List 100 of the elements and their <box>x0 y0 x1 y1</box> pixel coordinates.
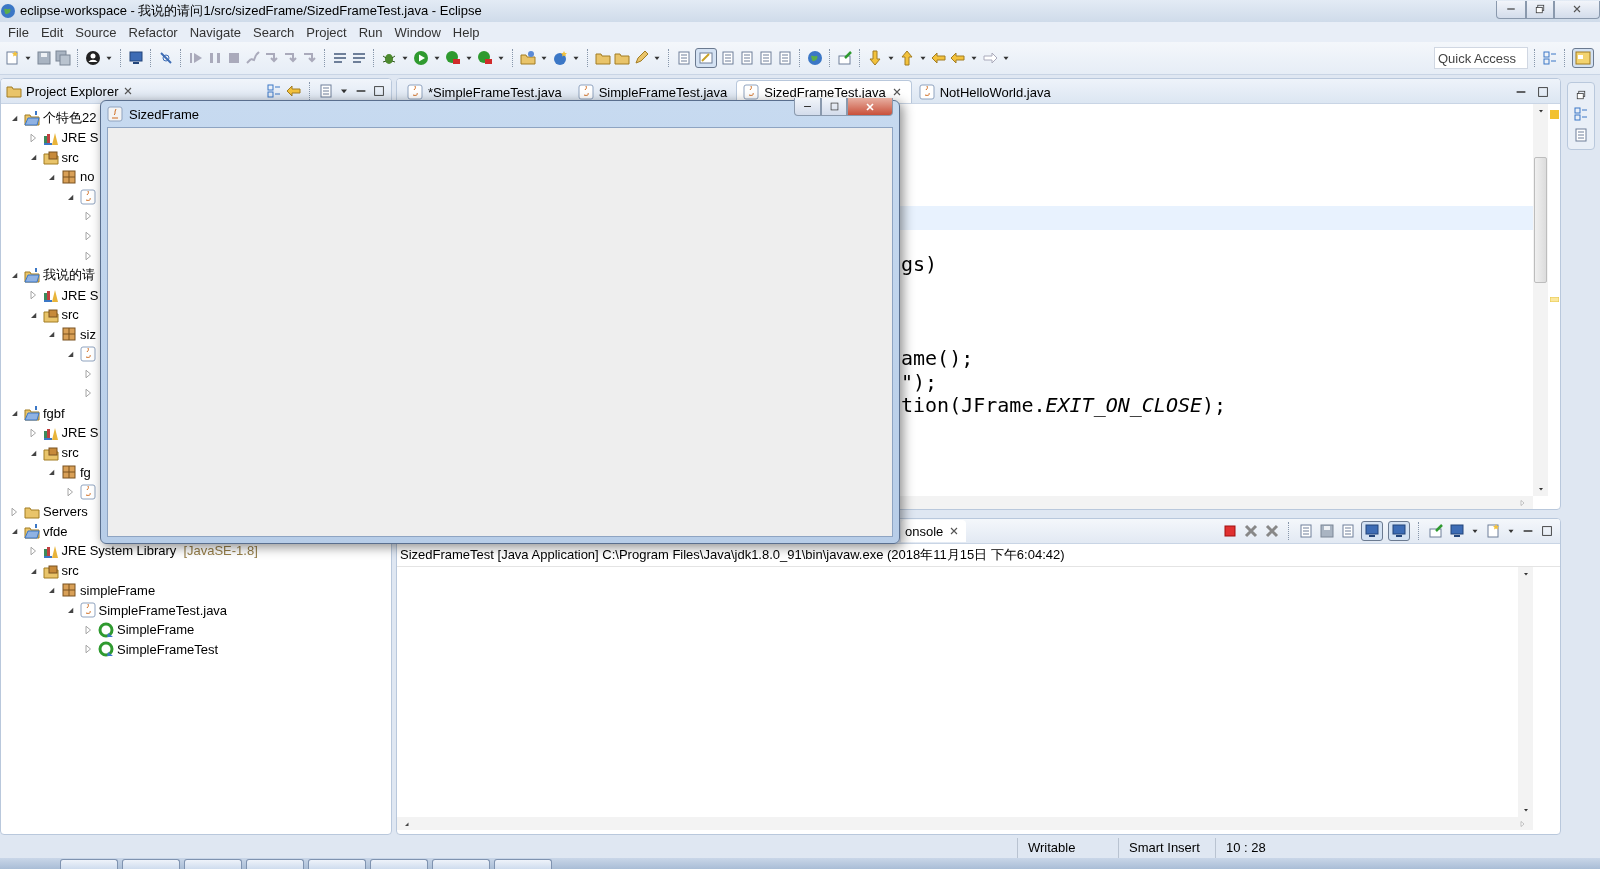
document-icon[interactable] <box>739 50 755 66</box>
console-tab[interactable]: onsole <box>901 520 967 542</box>
tree-item[interactable]: SimpleFrameTest.java <box>98 602 228 618</box>
whitespace-icon[interactable] <box>777 50 793 66</box>
show-output-button[interactable] <box>1361 521 1383 541</box>
java-file-icon <box>79 483 96 500</box>
use-step-filters-icon[interactable] <box>351 50 367 66</box>
coverage-icon[interactable] <box>445 50 461 66</box>
pin-icon[interactable] <box>837 50 853 66</box>
horizontal-scrollbar[interactable] <box>397 817 1533 830</box>
open-perspective-icon[interactable] <box>1542 50 1558 66</box>
minimize-button[interactable] <box>1496 0 1526 19</box>
pause-icon[interactable] <box>207 50 223 66</box>
pin-icon[interactable] <box>1428 523 1444 539</box>
lines-icon[interactable] <box>332 50 348 66</box>
resume-icon[interactable] <box>188 50 204 66</box>
tree-item[interactable]: no <box>80 169 95 185</box>
scroll-lock-icon[interactable] <box>1319 523 1335 539</box>
menu-item[interactable]: Edit <box>34 24 70 40</box>
display-console-icon[interactable] <box>1449 523 1465 539</box>
remove-all-icon[interactable] <box>1264 523 1280 539</box>
task-list-icon[interactable] <box>1573 127 1589 143</box>
vertical-scrollbar[interactable] <box>1533 104 1548 496</box>
external-tools-icon[interactable] <box>477 50 493 66</box>
taskbar-button[interactable] <box>246 859 304 869</box>
menu-item[interactable]: Source <box>69 24 123 40</box>
tree-item[interactable]: JRE S <box>61 287 99 303</box>
maximize-icon[interactable] <box>372 84 386 98</box>
tree-item[interactable]: JRE S <box>61 130 99 146</box>
restore-button[interactable] <box>1526 0 1554 19</box>
tree-item[interactable]: fgbf <box>43 405 65 421</box>
tree-item[interactable]: 我说的请 <box>43 266 95 285</box>
tree-item[interactable]: SimpleFrameTest <box>117 641 219 657</box>
disconnect-icon[interactable] <box>245 50 261 66</box>
tree-item[interactable]: src <box>61 149 79 165</box>
taskbar-button[interactable] <box>494 859 552 869</box>
open-type-icon[interactable] <box>595 50 611 66</box>
menu-item[interactable]: Window <box>388 24 447 40</box>
tree-item[interactable]: SimpleFrame <box>117 622 195 638</box>
block-selection-icon[interactable] <box>758 50 774 66</box>
new-class-icon[interactable] <box>552 50 568 66</box>
show-error-button[interactable] <box>1388 521 1410 541</box>
monitor-icon[interactable] <box>128 50 144 66</box>
tree-item[interactable]: src <box>61 445 79 461</box>
clear-console-icon[interactable] <box>1298 523 1314 539</box>
vertical-scrollbar[interactable] <box>1518 567 1533 817</box>
tree-item[interactable]: src <box>61 307 79 323</box>
toggle-button[interactable] <box>695 48 717 68</box>
editor-tab[interactable]: *SimpleFrameTest.java <box>400 80 571 103</box>
skip-breakpoints-icon[interactable] <box>158 50 174 66</box>
menu-item[interactable]: Help <box>446 24 486 40</box>
tree-item[interactable]: vfde <box>43 523 68 539</box>
link-editor-icon[interactable] <box>286 83 302 99</box>
tree-item[interactable]: 个特色22 <box>43 108 97 127</box>
close-button[interactable] <box>847 98 893 116</box>
quick-access-field[interactable]: Quick Access <box>1434 47 1528 69</box>
menu-item[interactable]: Run <box>352 24 389 40</box>
editor-tab[interactable]: NotHelloWorld.java <box>911 80 1060 103</box>
restore-icon[interactable] <box>1575 89 1587 101</box>
tree-item[interactable]: fg <box>80 464 91 480</box>
menu-item[interactable]: File <box>2 24 35 40</box>
folder-icon[interactable] <box>614 50 630 66</box>
maximize-button[interactable] <box>821 98 847 116</box>
stop-icon[interactable] <box>1222 523 1238 539</box>
taskbar-button[interactable] <box>60 859 118 869</box>
tree-item[interactable]: JRE System Library <box>61 543 177 559</box>
minimize-button[interactable] <box>794 98 821 116</box>
tree-item[interactable]: siz <box>80 326 96 342</box>
tree-item[interactable]: src <box>61 563 79 579</box>
run-icon[interactable] <box>413 50 429 66</box>
scroll-up-icon <box>1521 570 1530 578</box>
panel-title[interactable]: Project Explorer <box>26 83 119 99</box>
profile-icon[interactable] <box>85 50 101 66</box>
maximize-icon[interactable] <box>1540 524 1554 538</box>
close-button[interactable] <box>1554 0 1600 19</box>
menu-item[interactable]: Navigate <box>183 24 247 40</box>
taskbar-button[interactable] <box>432 859 490 869</box>
package-icon <box>61 464 77 481</box>
collapse-all-icon[interactable] <box>266 83 282 99</box>
taskbar-button[interactable] <box>184 859 242 869</box>
tree-item[interactable]: JRE S <box>61 425 99 441</box>
word-wrap-icon[interactable] <box>1340 523 1356 539</box>
annotation-icon[interactable] <box>676 50 692 66</box>
occurrences-icon[interactable] <box>720 50 736 66</box>
tree-item[interactable]: Servers <box>43 504 88 520</box>
outline-icon[interactable] <box>1573 106 1589 122</box>
editor-tab[interactable]: SimpleFrameTest.java <box>570 80 737 103</box>
menu-item[interactable]: Project <box>300 24 353 40</box>
tree-item[interactable]: simpleFrame <box>80 582 156 598</box>
new-console-icon[interactable] <box>1485 523 1501 539</box>
menu-item[interactable]: Search <box>247 24 301 40</box>
perspective-button[interactable] <box>1572 48 1594 68</box>
remove-icon[interactable] <box>1243 523 1259 539</box>
maximize-icon[interactable] <box>1536 85 1550 99</box>
globe-icon[interactable] <box>807 50 823 66</box>
taskbar-button[interactable] <box>308 859 366 869</box>
taskbar-button[interactable] <box>122 859 180 869</box>
taskbar-button[interactable] <box>370 859 428 869</box>
save-all-icon[interactable] <box>55 50 71 66</box>
menu-item[interactable]: Refactor <box>122 24 184 40</box>
